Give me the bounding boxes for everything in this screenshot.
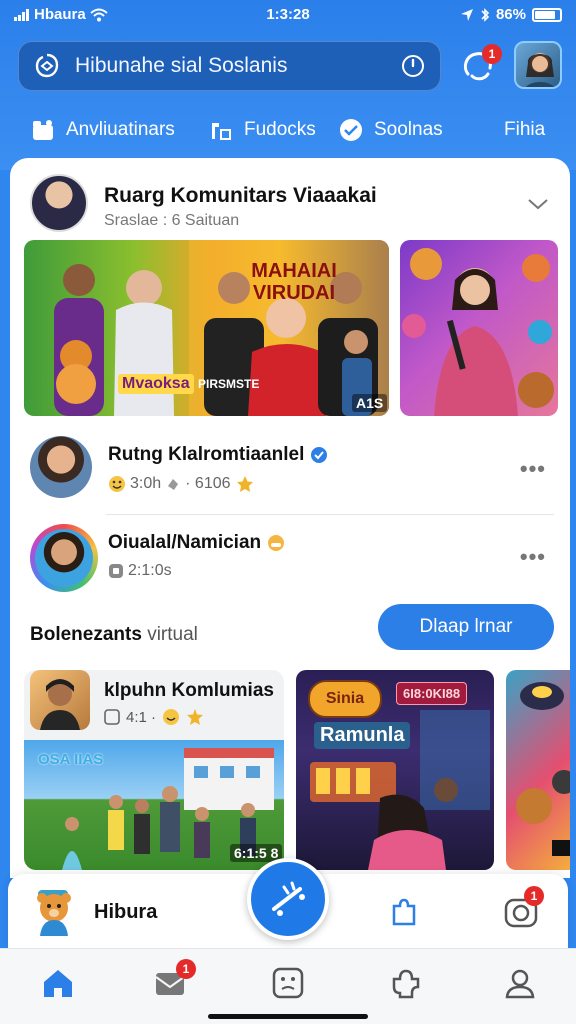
- list-item[interactable]: Rutng Klalromtiaanlel 3:0h · 6106 •••: [26, 432, 554, 508]
- widget-notification-badge: 1: [524, 886, 544, 906]
- profile-avatar[interactable]: [514, 41, 562, 89]
- section-title-light: virtual: [147, 624, 198, 645]
- tab-label: Soolnas: [374, 119, 443, 140]
- chevron-down-icon[interactable]: [526, 196, 550, 212]
- face-icon[interactable]: [270, 965, 306, 1001]
- game-logo: Sinia: [308, 680, 382, 718]
- community-avatar: [30, 670, 90, 730]
- member-name: Rutng Klalromtiaanlel: [108, 444, 328, 466]
- banner-caption-right: A1S: [352, 394, 388, 412]
- category-tabs: Anvliuatinars Fudocks Soolnas Fihia: [0, 108, 576, 152]
- location-icon: [460, 8, 473, 21]
- singer-photo: [402, 248, 554, 416]
- grin-emoji-icon: [268, 535, 285, 551]
- game-card[interactable]: Sinia 6I8:0KI88 Ramunla: [296, 670, 494, 870]
- skate-action-icon: [272, 881, 305, 916]
- user-photo: [525, 53, 555, 87]
- emoji-icon: [109, 476, 125, 492]
- members-icon: [104, 709, 120, 725]
- puzzle-icon[interactable]: [388, 965, 424, 1001]
- verified-icon: [311, 447, 328, 463]
- create-button[interactable]: [247, 858, 329, 940]
- profile-icon[interactable]: [502, 965, 538, 1001]
- meta-count: · 6106: [185, 475, 231, 492]
- search-bar[interactable]: Hibunahe sial Soslanis: [18, 41, 441, 91]
- community-card[interactable]: klpuhn Komlumias 4:1 · OSA IIAS 6:1:5 8: [24, 670, 284, 870]
- gamepad-icon: [212, 123, 231, 140]
- battery-percent: 86%: [495, 6, 526, 23]
- history-icon[interactable]: [400, 53, 426, 79]
- member-avatar[interactable]: [30, 436, 92, 498]
- meta-time: 2:1:0s: [128, 562, 172, 579]
- image-sign-text: OSA IIAS: [38, 751, 104, 768]
- game-score: 6I8:0KI88: [396, 682, 468, 705]
- member-meta: 2:1:0s: [108, 562, 172, 580]
- smile-icon: [163, 709, 180, 725]
- banner-caption-mid: PIRSMSTE: [198, 377, 260, 391]
- member-name: Oiualal/Namician: [108, 532, 285, 554]
- status-bar: Hbaura 1:3:28 86%: [0, 0, 576, 34]
- star-badge-icon: [236, 476, 253, 492]
- music-icon: [340, 119, 362, 141]
- community-avatar-photo: [40, 679, 80, 730]
- home-icon[interactable]: [40, 965, 76, 1001]
- post-media-main[interactable]: MAHAIAI VIRUDAI Mvaoksa PIRSMSTE A1S: [24, 240, 389, 416]
- community-title: klpuhn Komlumias: [104, 680, 274, 701]
- bear-mascot-icon[interactable]: [30, 886, 80, 936]
- banner-caption-left: Mvaoksa: [118, 374, 194, 394]
- tab-label: Fihia: [504, 119, 546, 140]
- tab-inbox[interactable]: 1: [152, 959, 196, 1001]
- more-options-icon[interactable]: •••: [520, 456, 546, 482]
- chat-button[interactable]: 1: [458, 44, 502, 88]
- member-name-text: Oiualal/Namician: [108, 532, 262, 553]
- post-title: Ruarg Komunitars Viaaakai: [104, 184, 377, 207]
- community-meta: 4:1 ·: [104, 708, 204, 726]
- clock-icon: [109, 564, 123, 578]
- banner-title: MAHAIAI VIRUDAI: [251, 260, 337, 304]
- more-options-icon[interactable]: •••: [520, 544, 546, 570]
- game-card-partial[interactable]: [506, 670, 570, 870]
- community-meta-text: 4:1 ·: [126, 708, 157, 726]
- join-button[interactable]: Dlaap lrnar: [378, 604, 554, 650]
- divider: [106, 514, 554, 515]
- meta-time: 3:0h: [130, 475, 162, 492]
- tab-anvliuatinars[interactable]: Anvliuatinars: [30, 108, 175, 152]
- status-right: 86%: [460, 6, 562, 23]
- member-meta: 3:0h · 6106: [108, 474, 255, 494]
- tab-label: Fudocks: [244, 119, 316, 140]
- camera-button[interactable]: 1: [502, 886, 544, 932]
- list-item[interactable]: Oiualal/Namician 2:1:0s •••: [26, 520, 554, 596]
- widget-label: Hibura: [94, 901, 158, 923]
- battery-icon: [532, 7, 562, 22]
- hand-icon: [168, 479, 179, 490]
- bottom-tab-bar: 1: [0, 948, 576, 1024]
- member-avatar[interactable]: [30, 524, 98, 592]
- home-indicator: [208, 1014, 368, 1019]
- section-title-bold: Bolenezants: [30, 624, 142, 645]
- chat-notification-badge: 1: [482, 44, 502, 64]
- tab-fudocks[interactable]: Fudocks: [208, 108, 316, 152]
- avatar-photo: [35, 529, 93, 587]
- bluetooth-icon: [481, 7, 490, 22]
- community-logo-icon: [35, 53, 59, 78]
- feed-card: Ruarg Komunitars Viaaakai Sraslae : 6 Sa…: [10, 158, 570, 878]
- section-title: Bolenezants virtual: [30, 624, 198, 646]
- community-image: OSA IIAS 6:1:5 8: [24, 740, 284, 870]
- tab-fihia[interactable]: Fihia: [504, 108, 545, 152]
- member-name-text: Rutng Klalromtiaanlel: [108, 444, 305, 465]
- tab-label: Anvliuatinars: [66, 119, 175, 140]
- tab-soolnas[interactable]: Soolnas: [338, 108, 443, 152]
- post-header[interactable]: Ruarg Komunitars Viaaakai Sraslae : 6 Sa…: [30, 166, 550, 236]
- gift-icon: [33, 120, 53, 140]
- search-input[interactable]: Hibunahe sial Soslanis: [75, 54, 400, 78]
- puzzle-icon[interactable]: [386, 894, 422, 930]
- post-subtitle: Sraslae : 6 Saituan: [104, 212, 240, 229]
- inbox-notification-badge: 1: [176, 959, 196, 979]
- group-avatar[interactable]: [30, 174, 88, 232]
- star-icon: [187, 709, 204, 725]
- arcade-photo: [516, 682, 570, 856]
- game-label: Ramunla: [314, 722, 411, 749]
- post-media-secondary[interactable]: [400, 240, 558, 416]
